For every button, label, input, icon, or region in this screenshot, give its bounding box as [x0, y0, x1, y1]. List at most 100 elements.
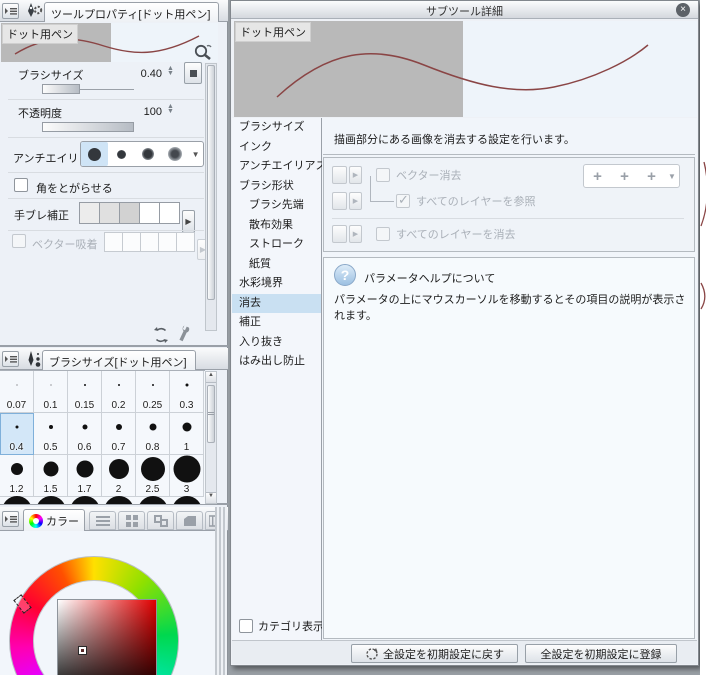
plus-dropdown-icon[interactable]: ▼: [665, 172, 679, 181]
opacity-slider[interactable]: [42, 122, 134, 132]
category-toggle-label: カテゴリ表示: [258, 621, 324, 633]
brush-size-cell[interactable]: 0.07: [0, 371, 34, 413]
vector-snap-checkbox[interactable]: [12, 234, 26, 248]
brush-size-cell-label: 0.5: [43, 442, 58, 453]
panel-menu-icon[interactable]: [2, 3, 19, 19]
param-expand-icon[interactable]: ▶: [349, 192, 362, 210]
brush-size-cell[interactable]: 0.8: [136, 413, 170, 455]
scroll-down-icon[interactable]: ▼: [206, 492, 216, 503]
tab-color-set[interactable]: [118, 511, 145, 530]
category-item[interactable]: 散布効果: [232, 216, 321, 236]
category-toggle[interactable]: カテゴリ表示: [239, 618, 324, 634]
category-item[interactable]: ブラシサイズ: [232, 118, 321, 138]
tab-color-history[interactable]: [176, 511, 203, 530]
aa-option-strong[interactable]: [161, 142, 188, 166]
wrench-search-icon[interactable]: [193, 43, 213, 61]
aa-option-weak[interactable]: [108, 142, 135, 166]
erase-all-layers-label: すべてのレイヤーを消去: [396, 229, 516, 241]
sv-square[interactable]: [57, 599, 157, 675]
dialog-title[interactable]: サブツール詳細: [231, 1, 698, 19]
brush-size-cell[interactable]: 0.1: [34, 371, 68, 413]
wrench-icon[interactable]: [177, 325, 196, 344]
param-lock-button[interactable]: [332, 166, 347, 184]
category-item[interactable]: 消去: [232, 293, 321, 313]
canvas-strip: [700, 0, 706, 675]
brush-size-cell[interactable]: 3: [170, 455, 204, 497]
brush-dot: [15, 425, 18, 429]
brush-size-cell[interactable]: 1.2: [0, 455, 34, 497]
param-lock-button[interactable]: [332, 225, 347, 243]
sharp-corners-checkbox[interactable]: [14, 178, 28, 192]
category-item[interactable]: 入り抜き: [232, 333, 321, 353]
opacity-stepper[interactable]: ▲ ▼: [167, 103, 174, 115]
brush-size-cell[interactable]: 0.2: [102, 371, 136, 413]
category-item[interactable]: インク: [232, 138, 321, 158]
aa-option-medium[interactable]: [135, 142, 162, 166]
category-item[interactable]: 補正: [232, 313, 321, 333]
brush-dot: [10, 463, 23, 475]
category-item[interactable]: 水彩境界: [232, 274, 321, 294]
category-item[interactable]: ブラシ先端: [232, 196, 321, 216]
brush-size-cell-label: 0.3: [179, 400, 194, 411]
scroll-up-icon[interactable]: ▲: [206, 372, 216, 383]
plus-icon[interactable]: +: [638, 168, 665, 185]
tab-color-slider[interactable]: [89, 511, 116, 530]
brush-size-cell[interactable]: 1: [170, 413, 204, 455]
stabilization-label: 手ブレ補正: [14, 210, 69, 222]
color-wheel-area: [0, 531, 215, 675]
panel-menu-icon[interactable]: [2, 351, 19, 367]
sv-marker[interactable]: [78, 646, 87, 655]
category-item[interactable]: はみ出し防止: [232, 352, 321, 372]
panel-menu-icon[interactable]: [2, 511, 19, 527]
scroll-thumb[interactable]: [207, 385, 215, 443]
vector-snap-level: ▶: [104, 232, 209, 260]
brush-size-value[interactable]: 0.40: [128, 68, 162, 80]
aa-option-none[interactable]: [81, 142, 108, 166]
refer-all-layers-label: すべてのレイヤーを参照: [416, 196, 536, 208]
category-item[interactable]: 紙質: [232, 255, 321, 275]
brush-size-cell[interactable]: 1.7: [68, 455, 102, 497]
vector-erase-checkbox[interactable]: [376, 168, 390, 182]
panel-resize-grip[interactable]: [215, 507, 227, 675]
brush-size-cell-label: 0.4: [9, 442, 24, 453]
tab-color-wheel[interactable]: カラー: [23, 509, 85, 531]
plus-icon[interactable]: +: [611, 168, 638, 185]
close-icon[interactable]: ×: [676, 3, 690, 17]
category-item[interactable]: ストローク: [232, 235, 321, 255]
anti-aliasing-selector[interactable]: ▼: [80, 141, 204, 167]
reset-defaults-icon[interactable]: [152, 326, 170, 344]
register-all-settings-button[interactable]: 全設定を初期設定に登録: [525, 644, 677, 663]
tool-property-scrollbar[interactable]: [205, 63, 217, 331]
brush-size-cell[interactable]: 2.5: [136, 455, 170, 497]
aa-dropdown-icon[interactable]: ▼: [188, 150, 203, 159]
stabilization-level[interactable]: ▶: [79, 202, 195, 233]
brush-size-stepper[interactable]: ▲ ▼: [167, 65, 174, 77]
brush-size-cell[interactable]: 2: [102, 455, 136, 497]
brush-size-cell[interactable]: 0.7: [102, 413, 136, 455]
brush-size-cell[interactable]: 0.3: [170, 371, 204, 413]
brush-size-cell[interactable]: 0.5: [34, 413, 68, 455]
plus-icon[interactable]: +: [584, 168, 611, 185]
param-expand-icon[interactable]: ▶: [349, 166, 362, 184]
reset-icon: [366, 647, 378, 660]
brush-grid-scrollbar[interactable]: ▲ ▼: [205, 371, 217, 504]
brush-size-cell[interactable]: 1.5: [34, 455, 68, 497]
category-item[interactable]: ブラシ形状: [232, 177, 321, 197]
brush-size-cell[interactable]: 0.4: [0, 413, 34, 455]
brush-size-slider[interactable]: [42, 84, 134, 94]
param-lock-button[interactable]: [332, 192, 347, 210]
category-item[interactable]: アンチエイリアス: [232, 157, 327, 177]
refer-all-layers-checkbox[interactable]: ✓: [396, 192, 410, 208]
brush-size-cell[interactable]: 0.6: [68, 413, 102, 455]
brush-size-cell[interactable]: 0.25: [136, 371, 170, 413]
brush-size-dynamics-button[interactable]: [184, 62, 202, 84]
brush-size-cell[interactable]: 0.15: [68, 371, 102, 413]
opacity-value[interactable]: 100: [128, 106, 162, 118]
tab-intermediate-color[interactable]: [147, 511, 174, 530]
reset-all-settings-button[interactable]: 全設定を初期設定に戻す: [351, 644, 518, 663]
erase-all-layers-checkbox[interactable]: [376, 227, 390, 241]
param-expand-icon[interactable]: ▶: [349, 225, 362, 243]
brush-size-cell-label: 0.25: [142, 400, 163, 411]
brush-size-cell-label: 0.8: [145, 442, 160, 453]
category-toggle-checkbox[interactable]: [239, 619, 253, 633]
